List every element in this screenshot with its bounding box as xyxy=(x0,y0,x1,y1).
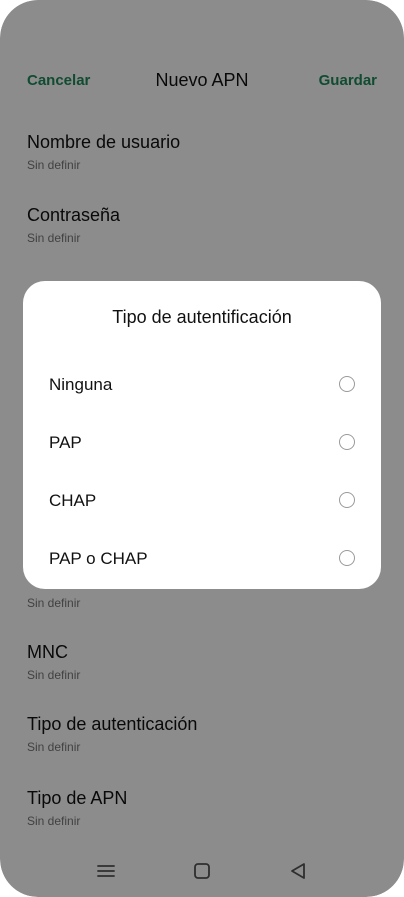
radio-button[interactable] xyxy=(339,492,355,508)
screen-content: 10:00 Cancelar Nuevo APN Guardar Nombre … xyxy=(0,0,404,897)
option-label: PAP xyxy=(49,433,82,452)
option-label: Ninguna xyxy=(49,375,113,394)
auth-type-dialog: Tipo de autentificación Ninguna PAP CHAP… xyxy=(23,281,381,589)
phone-screen: 10:00 Cancelar Nuevo APN Guardar Nombre … xyxy=(0,0,404,897)
option-none[interactable]: Ninguna xyxy=(23,357,381,415)
dialog-title: Tipo de autentificación xyxy=(112,307,292,327)
option-chap[interactable]: CHAP xyxy=(23,473,381,531)
option-pap-or-chap[interactable]: PAP o CHAP xyxy=(23,531,381,589)
radio-button[interactable] xyxy=(339,434,355,450)
radio-button[interactable] xyxy=(339,550,355,566)
option-pap[interactable]: PAP xyxy=(23,415,381,473)
radio-button[interactable] xyxy=(339,376,355,392)
option-label: PAP o CHAP xyxy=(49,549,148,568)
option-label: CHAP xyxy=(49,491,97,510)
